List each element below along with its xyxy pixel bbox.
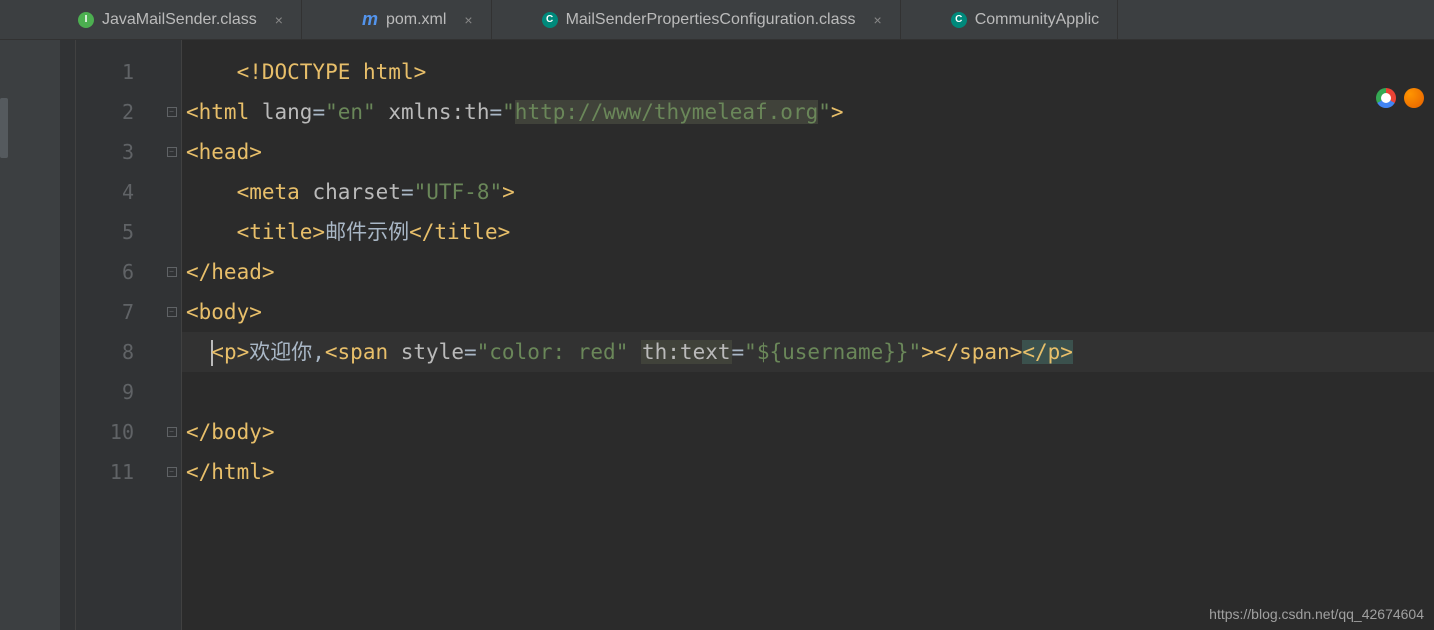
scroll-marker [0, 98, 8, 158]
line-number: 3 [76, 132, 162, 172]
close-icon[interactable]: × [275, 12, 283, 28]
tab-mailsender-config[interactable]: C MailSenderPropertiesConfiguration.clas… [492, 0, 901, 39]
chrome-icon[interactable] [1376, 88, 1396, 108]
code-line-1: <!DOCTYPE html> [182, 52, 1434, 92]
line-number: 9 [76, 372, 162, 412]
thin-strip [60, 40, 76, 630]
left-gutter-strip [0, 40, 60, 630]
line-number: 10 [76, 412, 162, 452]
fold-end-icon[interactable]: − [162, 412, 181, 452]
tab-label: MailSenderPropertiesConfiguration.class [566, 11, 856, 29]
tab-javamailsender[interactable]: I JavaMailSender.class × [60, 0, 302, 39]
code-line-10: </body> [182, 412, 1434, 452]
tab-community-app[interactable]: C CommunityApplic [901, 0, 1118, 39]
line-number: 4 [76, 172, 162, 212]
fold-icon[interactable]: − [162, 92, 181, 132]
code-line-4: <meta charset="UTF-8"> [182, 172, 1434, 212]
class-icon: C [951, 12, 967, 28]
editor-main: 1 2 3 4 5 6 7 8 9 10 11 − − − − − − <! [0, 40, 1434, 630]
code-line-6: </head> [182, 252, 1434, 292]
line-number-gutter: 1 2 3 4 5 6 7 8 9 10 11 [76, 40, 162, 630]
close-icon[interactable]: × [464, 12, 472, 28]
code-line-2: <html lang="en" xmlns:th="http://www/thy… [182, 92, 1434, 132]
tab-label: CommunityApplic [975, 11, 1099, 29]
class-icon: C [542, 12, 558, 28]
fold-icon[interactable]: − [162, 292, 181, 332]
browser-preview-icons [1376, 88, 1424, 108]
watermark: https://blog.csdn.net/qq_42674604 [1209, 606, 1424, 622]
code-line-11: </html> [182, 452, 1434, 492]
line-number: 7 [76, 292, 162, 332]
tab-label: JavaMailSender.class [102, 11, 257, 29]
close-icon[interactable]: × [874, 12, 882, 28]
code-line-5: <title>邮件示例</title> [182, 212, 1434, 252]
code-editor[interactable]: <!DOCTYPE html> <html lang="en" xmlns:th… [182, 40, 1434, 630]
fold-end-icon[interactable]: − [162, 452, 181, 492]
firefox-icon[interactable] [1404, 88, 1424, 108]
code-line-9 [182, 372, 1434, 412]
line-number: 2 [76, 92, 162, 132]
maven-icon: m [362, 12, 378, 28]
fold-end-icon[interactable]: − [162, 252, 181, 292]
line-number: 5 [76, 212, 162, 252]
line-number: 8 [76, 332, 162, 372]
code-line-3: <head> [182, 132, 1434, 172]
fold-icon[interactable]: − [162, 132, 181, 172]
java-interface-icon: I [78, 12, 94, 28]
fold-column: − − − − − − [162, 40, 182, 630]
line-number: 6 [76, 252, 162, 292]
tab-label: pom.xml [386, 11, 446, 29]
line-number: 1 [76, 52, 162, 92]
code-line-7: <body> [182, 292, 1434, 332]
editor-tabs: I JavaMailSender.class × m pom.xml × C M… [0, 0, 1434, 40]
code-line-8: <p>欢迎你,<span style="color: red" th:text=… [182, 332, 1434, 372]
line-number: 11 [76, 452, 162, 492]
tab-pom[interactable]: m pom.xml × [302, 0, 492, 39]
